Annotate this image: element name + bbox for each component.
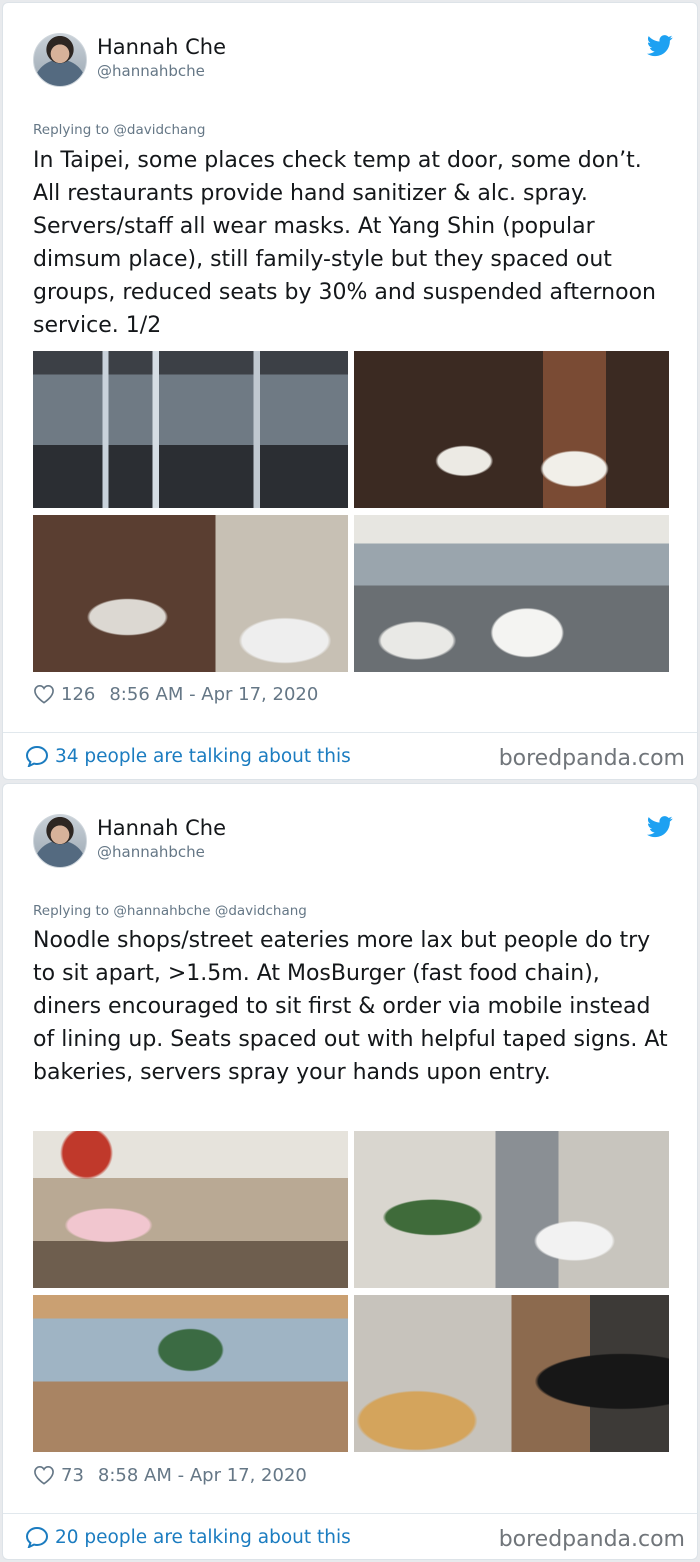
- cafe-seating-photo[interactable]: [33, 1295, 348, 1452]
- tweet-header: Hannah Che @hannahbche: [33, 814, 673, 870]
- like-count: 73: [61, 1464, 84, 1486]
- tweet-text: In Taipei, some places check temp at doo…: [33, 148, 656, 338]
- restaurant-entrance-photo[interactable]: [33, 351, 348, 508]
- author-name[interactable]: Hannah Che: [97, 816, 226, 840]
- tweet-card: Hannah Che @hannahbche Replying to @hann…: [2, 783, 698, 1560]
- mosburger-signs-photo[interactable]: [354, 1131, 669, 1288]
- twitter-bird-icon[interactable]: [647, 816, 673, 838]
- photo-grid: [33, 351, 669, 672]
- source-watermark: boredpanda.com: [498, 746, 685, 771]
- tweet-meta: 126 8:56 AM - Apr 17, 2020: [33, 682, 318, 706]
- talking-count[interactable]: 34 people are talking about this: [55, 746, 351, 767]
- tweet-timestamp[interactable]: 8:56 AM - Apr 17, 2020: [109, 684, 318, 705]
- tweet-card: Hannah Che @hannahbche Replying to @davi…: [2, 2, 698, 780]
- avatar[interactable]: [33, 814, 87, 868]
- tweet-footer: 34 people are talking about this boredpa…: [3, 732, 697, 779]
- speech-bubble-icon: [25, 745, 49, 767]
- author-handle[interactable]: @hannahbche: [97, 843, 205, 861]
- source-watermark: boredpanda.com: [498, 1527, 685, 1552]
- speech-bubble-icon: [25, 1526, 49, 1548]
- replying-to[interactable]: Replying to @davidchang: [33, 122, 205, 138]
- tweet-meta: 73 8:58 AM - Apr 17, 2020: [33, 1463, 307, 1487]
- author-handle[interactable]: @hannahbche: [97, 62, 205, 80]
- heart-icon[interactable]: [33, 1465, 55, 1485]
- noodle-shop-photo[interactable]: [33, 1131, 348, 1288]
- conversation-link[interactable]: 34 people are talking about this: [25, 745, 351, 767]
- heart-icon[interactable]: [33, 684, 55, 704]
- replying-to[interactable]: Replying to @hannahbche @davidchang: [33, 903, 307, 919]
- twitter-bird-icon[interactable]: [647, 35, 673, 57]
- conversation-link[interactable]: 20 people are talking about this: [25, 1526, 351, 1548]
- talking-count[interactable]: 20 people are talking about this: [55, 1527, 351, 1548]
- tweet-header: Hannah Che @hannahbche: [33, 33, 673, 89]
- bakery-spray-photo[interactable]: [354, 1295, 669, 1452]
- photo-grid: [33, 1131, 669, 1452]
- dining-room-photo[interactable]: [354, 351, 669, 508]
- author-name[interactable]: Hannah Che: [97, 35, 226, 59]
- tweet-text: Noodle shops/street eateries more lax bu…: [33, 928, 668, 1085]
- avatar[interactable]: [33, 33, 87, 87]
- tweet-timestamp[interactable]: 8:58 AM - Apr 17, 2020: [98, 1465, 307, 1486]
- booth-seating-photo[interactable]: [33, 515, 348, 672]
- tweet-footer: 20 people are talking about this boredpa…: [3, 1513, 697, 1559]
- like-count: 126: [61, 683, 96, 705]
- dining-hall-photo[interactable]: [354, 515, 669, 672]
